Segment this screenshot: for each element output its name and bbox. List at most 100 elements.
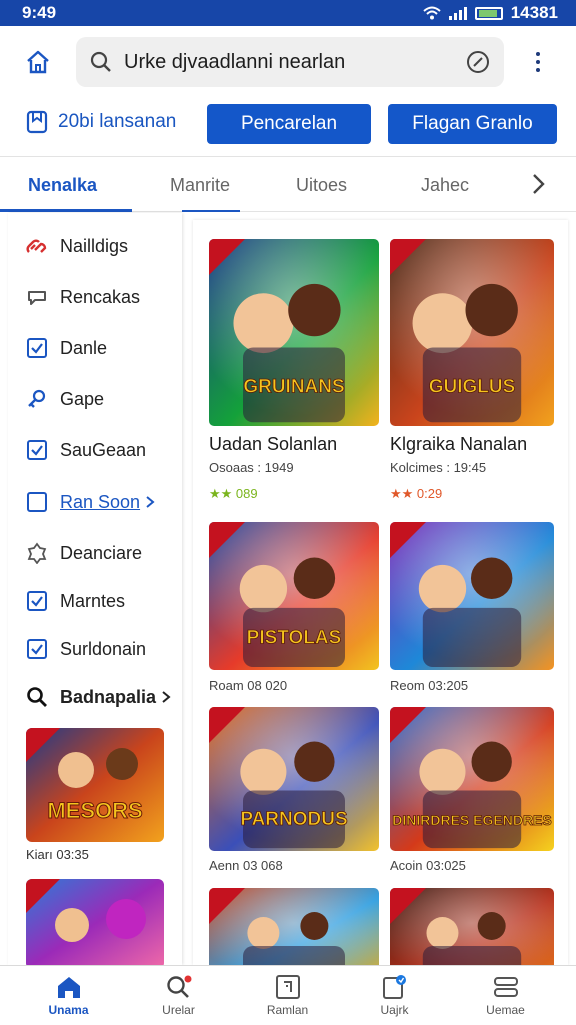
sidebar-item-label: Surldonain <box>60 638 147 659</box>
tab-manrite[interactable]: Manrite <box>170 175 230 196</box>
sidebar-item-deanciare[interactable]: Deanciare <box>8 535 182 571</box>
nav-item-menu[interactable]: Uemae <box>448 966 563 1025</box>
sidebar-item-saugeaan[interactable]: SauGeaan <box>8 432 182 468</box>
search-input[interactable]: Urke djvaadlanni nearlan <box>124 51 466 74</box>
game-art-image: MESORS <box>26 728 164 842</box>
more-dot-icon <box>536 60 540 64</box>
sidebar-item-rencakas[interactable]: Rencakas <box>8 279 182 315</box>
sidebar-item-danle[interactable]: Danle <box>8 330 182 366</box>
saved-label: 20bi lansanan <box>58 111 177 132</box>
game-card[interactable] <box>390 888 554 965</box>
home-button[interactable] <box>0 26 76 98</box>
sidebar-item-marntes[interactable]: Marntes <box>8 583 182 619</box>
sidebar-item-badnapalia[interactable]: Badnapalia <box>8 679 182 715</box>
game-thumbnail[interactable]: GRUINANS <box>209 239 379 426</box>
nav-label: Unama <box>48 1003 89 1017</box>
sidebar-item-nailldigs[interactable]: Nailldigs <box>8 228 182 264</box>
battery-icon <box>474 6 503 20</box>
game-rating: ★★ 089 <box>209 486 258 501</box>
game-thumbnail[interactable]: PARNODUS <box>209 707 379 851</box>
nav-label: Urelar <box>162 1003 195 1017</box>
bookmark-icon <box>382 975 406 999</box>
game-title: Klgraika Nanalan <box>390 434 528 454</box>
game-thumbnail[interactable] <box>209 888 379 965</box>
sidebar-item-surldonain[interactable]: Surldonain <box>8 631 182 667</box>
checkbox-icon <box>27 591 47 611</box>
chevron-right-icon[interactable] <box>526 171 550 197</box>
game-subtitle: Aenn 03 068 <box>209 858 283 873</box>
status-right-text: 14381 <box>510 3 558 22</box>
game-thumbnail[interactable] <box>390 888 554 965</box>
nav-item-search[interactable]: Urelar <box>121 966 236 1025</box>
checkbox-icon <box>27 440 47 460</box>
action-row: 20bi lansanan Pencarelan Flagan Granlo <box>0 98 576 154</box>
game-art-image: GUIGLUS <box>390 239 554 426</box>
game-card[interactable]: PISTOLAS Roam 08 020 <box>209 522 379 698</box>
chevron-right-icon <box>146 496 155 508</box>
more-options-button[interactable] <box>520 44 556 80</box>
nav-item-home[interactable]: Unama <box>11 966 126 1025</box>
game-card[interactable]: Reom 03:205 <box>390 522 554 698</box>
saved-link[interactable]: 20bi lansanan <box>26 110 176 134</box>
nav-label: Uemae <box>486 1003 525 1017</box>
home-icon <box>57 977 80 998</box>
chevron-right-icon <box>162 691 171 703</box>
sidebar-item-label: Gape <box>60 388 105 409</box>
game-art-title: DINIRDRES EGENDRES <box>392 812 551 828</box>
game-card[interactable] <box>209 888 379 965</box>
top-bar: Urke djvaadlanni nearlan <box>0 26 576 98</box>
game-card[interactable]: GUIGLUS Klgraika Nanalan Kolcimes : 19:45 ★… <box>390 239 554 506</box>
game-thumbnail[interactable]: GUIGLUS <box>390 239 554 426</box>
home-icon <box>27 50 49 74</box>
search-icon <box>166 975 191 998</box>
game-thumbnail[interactable] <box>390 522 554 670</box>
game-card[interactable]: DINIRDRES EGENDRES Acoin 03:025 <box>390 707 554 878</box>
status-time: 9:49 <box>22 3 57 22</box>
sidebar: Nailldigs Rencakas Danle Gape SauGeaan R… <box>8 213 182 965</box>
search-icon <box>90 51 111 72</box>
active-tab-indicator <box>0 209 132 212</box>
puzzle-icon <box>28 389 46 408</box>
game-art-title: GRUINANS <box>243 376 344 397</box>
game-art-image <box>26 879 164 965</box>
tab-jahec[interactable]: Jahec <box>421 175 469 196</box>
sidebar-item-gape[interactable]: Gape <box>8 381 182 417</box>
search-icon <box>27 687 47 707</box>
bookmark-icon <box>26 110 48 134</box>
badge-icon <box>27 542 47 564</box>
compass-icon[interactable] <box>466 50 490 74</box>
document-icon <box>275 975 300 999</box>
game-thumbnail[interactable]: PISTOLAS <box>209 522 379 670</box>
game-card[interactable]: GRUINANS Uadan Solanlan Osoaas : 1949 ★★ 08… <box>209 239 379 506</box>
nav-item-document[interactable]: Ramlan <box>230 966 345 1025</box>
game-thumbnail[interactable]: DINIRDRES EGENDRES <box>390 707 554 851</box>
game-art-image: GRUINANS <box>209 239 379 426</box>
game-title: Uadan Solanlan <box>209 434 338 454</box>
sidebar-item-label: Badnapalia <box>60 686 157 707</box>
game-subtitle: Reom 03:205 <box>390 678 469 693</box>
status-icons: 14381 <box>423 3 558 23</box>
sidebar-thumb-caption: Kiarı 03:35 <box>26 847 89 862</box>
bottom-navigation: Unama Urelar Ramlan Uajrk Uemae <box>0 965 576 1024</box>
game-art-image: PISTOLAS <box>209 522 379 670</box>
sidebar-item-label: Marntes <box>60 590 126 611</box>
square-icon <box>27 492 47 512</box>
tab-nenalka[interactable]: Nenalka <box>28 175 97 196</box>
chat-icon <box>28 291 46 305</box>
sidebar-game-thumbnail[interactable] <box>26 879 164 965</box>
sidebar-game-thumbnail[interactable]: MESORS <box>26 728 164 842</box>
game-art-image <box>390 888 554 965</box>
tab-uitoes[interactable]: Uitoes <box>296 175 347 196</box>
game-card[interactable]: PARNODUS Aenn 03 068 <box>209 707 379 878</box>
menu-icon <box>493 977 518 997</box>
tab-bar: Nenalka Manrite Uitoes Jahec <box>0 156 576 212</box>
sidebar-item-ran-soon[interactable]: Ran Soon <box>8 484 182 520</box>
sidebar-item-label: Nailldigs <box>60 235 129 256</box>
primary-button[interactable]: Pencarelan <box>207 104 371 144</box>
game-art-title: PISTOLAS <box>247 627 342 648</box>
game-subtitle: Acoin 03:025 <box>390 858 466 873</box>
secondary-button[interactable]: Flagan Granlo <box>388 104 557 144</box>
nav-item-bookmark[interactable]: Uajrk <box>337 966 452 1025</box>
search-bar[interactable]: Urke djvaadlanni nearlan <box>76 37 504 87</box>
sidebar-item-label: Ran Soon <box>60 491 141 512</box>
